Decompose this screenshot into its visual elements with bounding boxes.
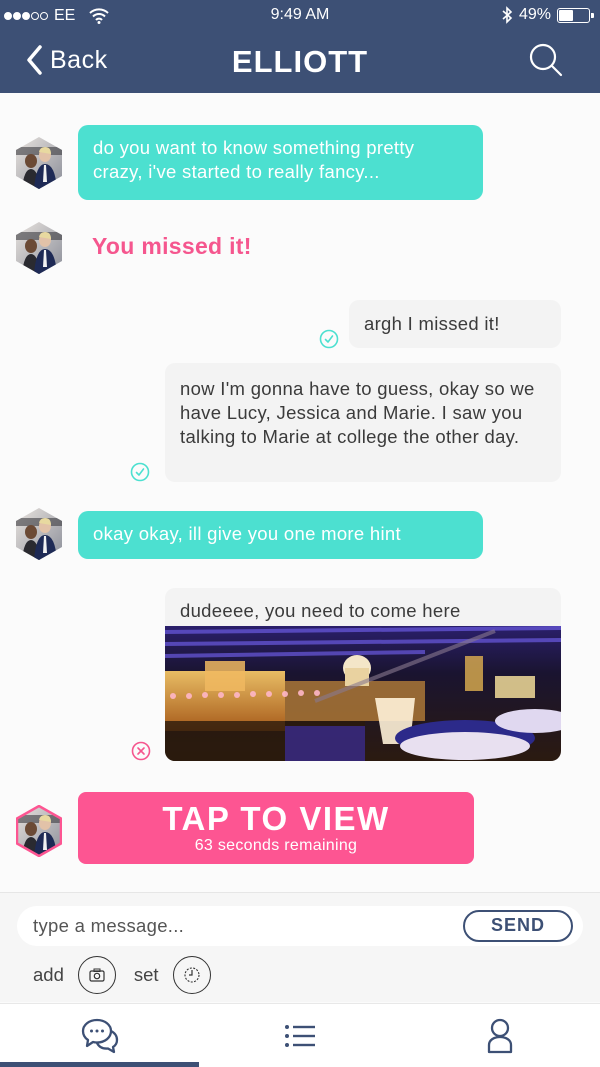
timer-icon — [184, 967, 200, 983]
message-text: do you want to know something pretty cra… — [93, 137, 415, 182]
tap-to-view-button[interactable]: TAP TO VIEW 63 seconds remaining — [78, 792, 474, 864]
composer-actions: add set — [33, 956, 211, 994]
incoming-message-bubble[interactable]: do you want to know something pretty cra… — [78, 125, 483, 200]
battery-percent: 49% — [518, 6, 551, 23]
message-input[interactable] — [33, 912, 453, 940]
back-button[interactable]: Back — [26, 45, 108, 75]
list-icon — [285, 1025, 315, 1047]
time-remaining-label: 63 seconds remaining — [194, 837, 358, 854]
failed-x-icon[interactable] — [131, 741, 151, 761]
nav-bar: Back ELLIOTT — [0, 32, 600, 93]
outgoing-photo-message[interactable]: dudeeee, you need to come here — [165, 588, 561, 761]
search-icon — [529, 43, 563, 77]
contact-avatar[interactable] — [16, 137, 62, 189]
message-text: okay okay, ill give you one more hint — [93, 523, 401, 544]
active-tab-indicator — [0, 1062, 199, 1067]
contact-avatar[interactable] — [16, 222, 62, 274]
tab-bar — [0, 1003, 600, 1067]
message-text: now I'm gonna have to guess, okay so we … — [180, 378, 535, 447]
message-input-container: SEND — [17, 906, 583, 946]
missed-message-notice: You missed it! — [92, 233, 252, 259]
chevron-left-icon — [27, 45, 42, 75]
add-label: add — [33, 964, 64, 985]
tab-chats[interactable] — [0, 1004, 200, 1067]
header: EE 9:49 AM 49% Back ELLIOTT — [0, 0, 600, 93]
person-icon — [487, 1018, 513, 1054]
outgoing-message-bubble[interactable]: now I'm gonna have to guess, okay so we … — [165, 363, 561, 482]
chat-screen: EE 9:49 AM 49% Back ELLIOTT do you want … — [0, 0, 600, 1067]
search-button[interactable] — [528, 42, 564, 83]
camera-icon — [89, 968, 105, 982]
set-label: set — [133, 964, 159, 985]
tap-to-view-label: TAP TO VIEW — [162, 800, 390, 837]
chat-bubbles-icon — [81, 1018, 119, 1054]
status-bar: EE 9:49 AM 49% — [0, 0, 600, 32]
tab-list[interactable] — [200, 1004, 400, 1067]
send-button[interactable]: SEND — [463, 910, 573, 942]
incoming-message-bubble[interactable]: okay okay, ill give you one more hint — [78, 511, 483, 559]
shared-photo[interactable] — [165, 626, 561, 761]
contact-avatar[interactable] — [16, 805, 62, 857]
tab-profile[interactable] — [400, 1004, 600, 1067]
battery-icon — [557, 7, 594, 23]
message-text: dudeeee, you need to come here — [180, 600, 461, 621]
message-text: argh I missed it! — [364, 313, 500, 334]
message-composer: SEND add set — [0, 892, 600, 1002]
set-timer-button[interactable] — [172, 956, 211, 994]
contact-avatar[interactable] — [16, 508, 62, 560]
delivered-check-icon — [319, 329, 339, 349]
outgoing-message-bubble[interactable]: argh I missed it! — [349, 300, 561, 348]
delivered-check-icon — [130, 462, 150, 482]
bluetooth-icon — [502, 6, 513, 24]
add-photo-button[interactable] — [77, 956, 116, 994]
back-label: Back — [50, 45, 108, 74]
